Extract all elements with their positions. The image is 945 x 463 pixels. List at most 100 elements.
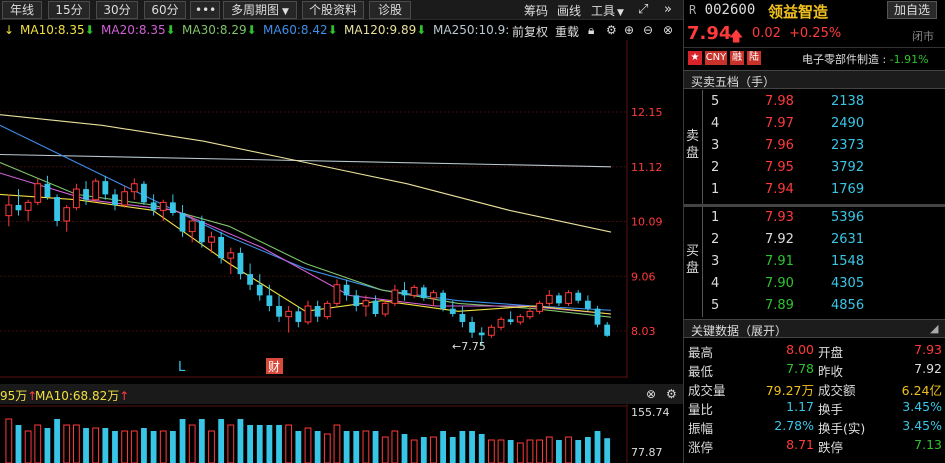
volume-bar — [410, 439, 418, 463]
stock-info-button[interactable]: 个股资料 — [302, 1, 364, 19]
candle-body — [227, 252, 235, 259]
ma250-label: MA250:10.9: — [433, 23, 510, 37]
low-price-annotation: ←7.75 — [452, 340, 486, 353]
zoom-in-icon[interactable]: ⊕ — [624, 23, 634, 37]
close-panel-icon[interactable]: ⊗ — [646, 387, 656, 401]
level-number: 3 — [711, 138, 720, 153]
level-price: 7.95 — [765, 160, 794, 175]
level-price: 7.98 — [765, 94, 794, 109]
volume-bar — [247, 425, 253, 463]
ma-line-ma250 — [0, 153, 612, 168]
y-tick-label: 10.09 — [631, 216, 663, 229]
level-volume: 2631 — [831, 232, 865, 247]
candle-body — [545, 294, 553, 304]
multi-period-dropdown[interactable]: 多周期图 ▼ — [223, 1, 297, 19]
sell-level-row[interactable]: 4 7.97 2490 — [704, 113, 944, 135]
candle-body — [5, 204, 13, 217]
volume-bar — [575, 440, 582, 463]
resize-handle-icon[interactable]: ◢ — [930, 322, 938, 335]
volume-bar — [198, 419, 205, 463]
key-data-label: 涨停 — [688, 440, 714, 455]
candle-body — [208, 236, 215, 243]
level-price: 7.89 — [765, 298, 794, 313]
level-number: 4 — [711, 116, 720, 131]
close-icon[interactable]: ⊗ — [663, 23, 673, 37]
diagnose-button[interactable]: 诊股 — [369, 1, 411, 19]
candle-body — [430, 292, 437, 299]
key-data-value: 7.92 — [914, 361, 942, 376]
key-data-header[interactable]: 关键数据（展开） ◢ — [684, 319, 945, 338]
candle-body — [536, 302, 544, 312]
sell-level-row[interactable]: 2 7.95 3792 — [704, 157, 944, 179]
add-watchlist-button[interactable]: 加自选 — [887, 1, 937, 19]
volume-bar — [72, 424, 80, 463]
sector-label[interactable]: 电子零部件制造 : -1.91% — [802, 51, 929, 67]
volume-bar — [150, 431, 157, 463]
candle-body — [362, 300, 370, 307]
draw-line-link[interactable]: 画线 — [557, 2, 581, 19]
buy-level-row[interactable]: 1 7.93 5396 — [704, 207, 944, 229]
northbound-tag[interactable]: 陆 — [747, 51, 761, 65]
buy-level-row[interactable]: 2 7.92 2631 — [704, 229, 944, 251]
candle-body — [285, 310, 293, 318]
candle-body — [159, 201, 167, 211]
tools-dropdown[interactable]: 工具 ▼ — [591, 2, 624, 19]
candlestick-chart[interactable]: 12.15 11.12 10.09 9.06 8.03 ←7.75 L 财 — [0, 40, 683, 378]
price-change-pct: +0.25% — [789, 26, 842, 41]
level-number: 1 — [711, 210, 720, 225]
multi-period-label: 多周期图 — [231, 3, 280, 17]
period-30min-button[interactable]: 30分 — [96, 1, 138, 19]
lock-icon[interactable]: 🔒︎ — [588, 23, 594, 38]
overlay-toggle[interactable]: 重载 — [555, 23, 579, 40]
key-data-value: 7.93 — [914, 342, 942, 357]
ma120-label: MA120:9.89⬇ — [344, 23, 427, 37]
volume-bar — [516, 442, 524, 463]
sell-level-row[interactable]: 1 7.94 1769 — [704, 179, 944, 201]
buy-level-row[interactable]: 4 7.90 4305 — [704, 273, 944, 295]
candle-body — [83, 189, 89, 200]
buy-level-row[interactable]: 3 7.91 1548 — [704, 251, 944, 273]
ma-legend-row: ↓ MA10:8.35⬇ MA20:8.35⬇ MA30:8.29⬇ MA60:… — [0, 20, 683, 40]
volume-chart[interactable]: 155.74 77.87 — [0, 404, 683, 463]
collapse-icon[interactable]: » — [664, 2, 672, 17]
sell-level-row[interactable]: 3 7.96 2373 — [704, 135, 944, 157]
volume-bar — [333, 424, 341, 463]
level-price: 7.94 — [765, 182, 794, 197]
candle-body — [449, 308, 456, 314]
candle-body — [295, 311, 302, 322]
orderbook-header[interactable]: 买卖五档（手） — [684, 70, 945, 89]
ma-lines — [0, 114, 612, 318]
ma-arrow-icon: ↓ — [4, 23, 15, 37]
period-60min-button[interactable]: 60分 — [144, 1, 186, 19]
cny-tag[interactable]: CNY — [705, 51, 727, 65]
level-number: 2 — [711, 232, 720, 247]
candle-body — [15, 205, 22, 211]
volume-bar — [459, 431, 466, 463]
period-year-button[interactable]: 年线 — [2, 1, 42, 19]
expand-icon[interactable]: ⤢ — [638, 2, 648, 17]
settings-icon[interactable]: ⚙ — [666, 387, 677, 401]
chips-link[interactable]: 筹码 — [524, 2, 548, 19]
level-volume: 4856 — [831, 298, 865, 313]
key-data-value: 8.00 — [786, 342, 814, 357]
candle-body — [304, 305, 312, 323]
sell-level-row[interactable]: 5 7.98 2138 — [704, 91, 944, 113]
buy-level-row[interactable]: 5 7.89 4856 — [704, 295, 944, 317]
buy-side-label: 买盘 — [686, 244, 700, 276]
more-periods-button[interactable]: ••• — [190, 1, 220, 19]
volume-bar — [584, 437, 591, 463]
settings-icon[interactable]: ⚙ — [606, 23, 617, 37]
level-price: 7.96 — [765, 138, 794, 153]
zoom-out-icon[interactable]: ⊖ — [643, 23, 653, 37]
last-price: 7.94 — [687, 23, 732, 44]
candle-body — [565, 292, 572, 304]
period-15min-button[interactable]: 15分 — [48, 1, 90, 19]
candle-body — [188, 220, 196, 233]
volume-bar — [391, 430, 399, 463]
volume-bar — [469, 431, 475, 463]
adjust-toggle[interactable]: 前复权 — [512, 23, 548, 40]
volume-bar — [34, 424, 42, 463]
volume-bar — [507, 440, 514, 463]
margin-tag[interactable]: 融 — [730, 51, 744, 65]
candle-body — [169, 202, 176, 213]
